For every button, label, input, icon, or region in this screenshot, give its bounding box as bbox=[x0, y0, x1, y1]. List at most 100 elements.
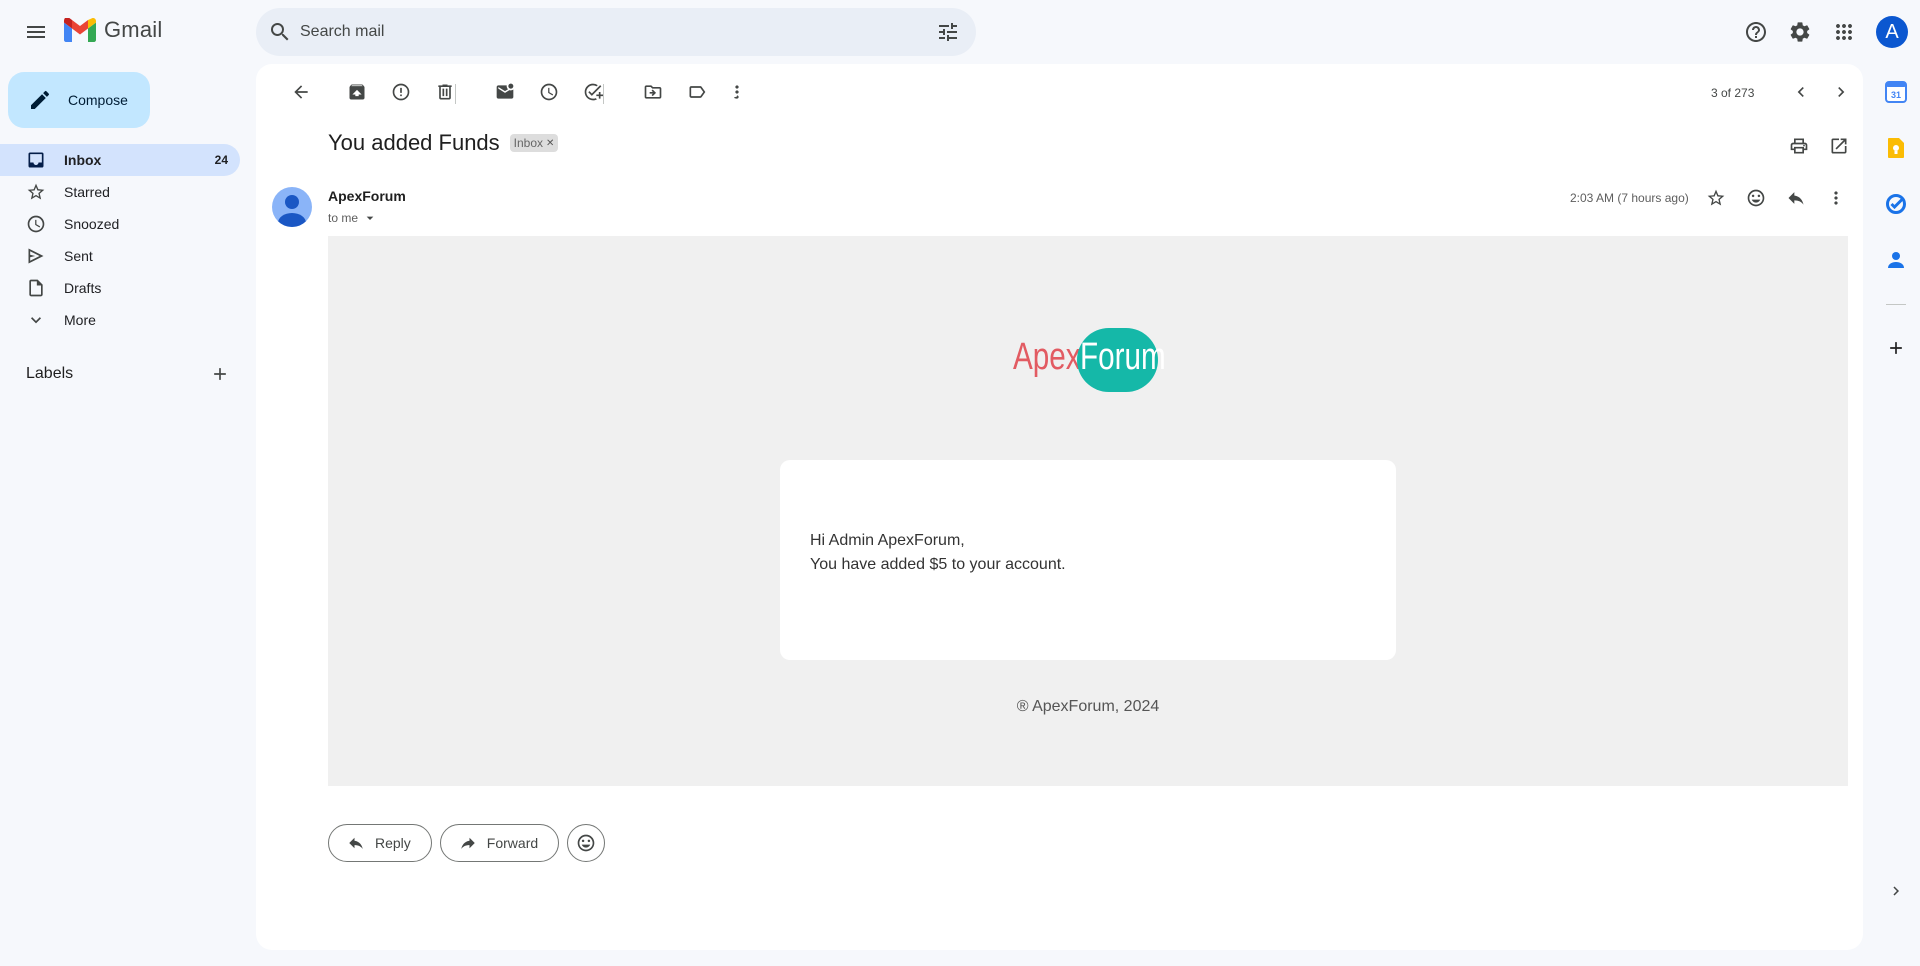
forward-icon bbox=[461, 837, 475, 849]
search-button[interactable] bbox=[260, 12, 300, 52]
inbox-label-chip[interactable]: Inbox ✕ bbox=[509, 134, 559, 152]
subject-row: You added Funds Inbox ✕ bbox=[328, 130, 559, 156]
reply-icon bbox=[1788, 192, 1804, 205]
email-footer: ® ApexForum, 2024 bbox=[1016, 698, 1160, 715]
sidebar-item-starred[interactable]: Starred bbox=[0, 176, 240, 208]
gmail-logo[interactable]: Gmail bbox=[64, 17, 162, 43]
keep-app-button[interactable] bbox=[1880, 132, 1912, 164]
sender-avatar[interactable] bbox=[272, 187, 312, 227]
snooze-button[interactable] bbox=[529, 72, 569, 112]
plus-icon bbox=[214, 368, 226, 380]
back-button[interactable] bbox=[281, 72, 321, 112]
emoji-reaction-button[interactable] bbox=[567, 824, 606, 862]
logo-text-forum: Forum bbox=[1080, 336, 1166, 378]
clock-icon bbox=[540, 83, 558, 101]
add-to-tasks-button[interactable] bbox=[573, 72, 613, 112]
mark-email-unread-icon bbox=[496, 83, 514, 99]
app-name: Gmail bbox=[104, 17, 163, 42]
unread-count: 24 bbox=[214, 153, 228, 167]
report-spam-button[interactable] bbox=[381, 72, 421, 112]
show-side-panel-button[interactable] bbox=[1880, 875, 1912, 907]
tasks-icon bbox=[1886, 194, 1906, 214]
create-label-button[interactable] bbox=[204, 358, 236, 390]
sender-name[interactable]: ApexForum bbox=[328, 188, 406, 204]
archive-button[interactable] bbox=[337, 72, 377, 112]
emoji-icon bbox=[1747, 189, 1765, 207]
delete-button[interactable] bbox=[425, 72, 465, 112]
more-vert-icon bbox=[1834, 191, 1838, 205]
google-apps-button[interactable] bbox=[1824, 12, 1864, 52]
sidebar-item-label: More bbox=[64, 312, 96, 328]
sidebar-item-label: Sent bbox=[64, 248, 93, 264]
sidebar-item-more[interactable]: More bbox=[0, 304, 240, 336]
forward-label: Forward bbox=[486, 835, 539, 851]
reply-button[interactable] bbox=[1776, 178, 1816, 218]
gmail-m-icon bbox=[64, 18, 96, 42]
label-icon bbox=[689, 86, 706, 98]
toolbar-divider bbox=[455, 84, 456, 104]
older-button[interactable] bbox=[1821, 72, 1861, 112]
keep-icon bbox=[1888, 138, 1904, 158]
main-menu-button[interactable] bbox=[16, 12, 56, 52]
sidebar-item-label: Inbox bbox=[64, 152, 102, 168]
star-icon bbox=[27, 183, 45, 200]
open-in-new-icon bbox=[1831, 138, 1847, 154]
svg-text:31: 31 bbox=[1891, 90, 1901, 100]
more-actions-button[interactable] bbox=[717, 72, 757, 112]
sidebar-nav: Inbox 24 Starred Snoozed Sent Drafts Mor… bbox=[0, 144, 240, 336]
reply-icon bbox=[349, 837, 363, 849]
get-addons-button[interactable] bbox=[1880, 332, 1912, 364]
message-actions bbox=[1696, 178, 1856, 218]
chevron-right-icon bbox=[1893, 886, 1899, 896]
sidebar-item-sent[interactable]: Sent bbox=[0, 240, 240, 272]
reply-actions: Reply Forward bbox=[328, 824, 606, 862]
chevron-right-icon bbox=[1838, 87, 1845, 97]
pager-count: 3 of 273 bbox=[1711, 86, 1755, 100]
chip-label: Inbox bbox=[513, 136, 544, 150]
chevron-down-icon bbox=[31, 317, 41, 324]
recipient-details[interactable]: to me bbox=[328, 210, 378, 226]
reply-pill-button[interactable]: Reply bbox=[328, 824, 432, 862]
search-options-button[interactable] bbox=[928, 12, 968, 52]
top-header: Gmail A bbox=[0, 0, 1920, 64]
funds-message: You have added $5 to your account. bbox=[810, 556, 1066, 573]
email-body: Apex Forum Hi Admin ApexForum, You have … bbox=[328, 236, 1848, 786]
tune-icon bbox=[939, 23, 957, 41]
calendar-icon: 31 bbox=[1885, 81, 1907, 103]
print-all-button[interactable] bbox=[1779, 126, 1819, 166]
calendar-app-button[interactable]: 31 bbox=[1880, 76, 1912, 108]
tasks-app-button[interactable] bbox=[1880, 188, 1912, 220]
move-to-button[interactable] bbox=[633, 72, 673, 112]
trash-icon bbox=[438, 84, 452, 100]
contacts-app-button[interactable] bbox=[1880, 244, 1912, 276]
open-new-window-button[interactable] bbox=[1819, 126, 1859, 166]
send-icon bbox=[28, 248, 44, 264]
message-more-button[interactable] bbox=[1816, 178, 1856, 218]
compose-label: Compose bbox=[68, 92, 128, 108]
sidebar-item-inbox[interactable]: Inbox 24 bbox=[0, 144, 240, 176]
message-card: Hi Admin ApexForum, You have added $5 to… bbox=[780, 460, 1396, 660]
sidebar-item-label: Snoozed bbox=[64, 216, 120, 232]
support-button[interactable] bbox=[1736, 12, 1776, 52]
labels-button[interactable] bbox=[677, 72, 717, 112]
mark-unread-button[interactable] bbox=[485, 72, 525, 112]
add-task-icon bbox=[584, 83, 603, 101]
search-input[interactable] bbox=[300, 20, 900, 44]
sidebar-item-drafts[interactable]: Drafts bbox=[0, 272, 240, 304]
star-button[interactable] bbox=[1696, 178, 1736, 218]
compose-button[interactable]: Compose bbox=[8, 72, 150, 128]
more-vert-icon bbox=[734, 85, 739, 99]
settings-button[interactable] bbox=[1780, 12, 1820, 52]
reply-label: Reply bbox=[375, 835, 411, 851]
remove-label-icon[interactable]: ✕ bbox=[546, 138, 554, 149]
recipient-label: to me bbox=[328, 211, 359, 225]
search-bar[interactable] bbox=[256, 8, 976, 56]
apexforum-logo: Apex Forum bbox=[1013, 328, 1166, 392]
newer-button[interactable] bbox=[1781, 72, 1821, 112]
side-apps-panel: 31 bbox=[1872, 0, 1920, 966]
add-reaction-button[interactable] bbox=[1736, 178, 1776, 218]
message-timestamp: 2:03 AM (7 hours ago) bbox=[1570, 191, 1689, 205]
sidebar-item-snoozed[interactable]: Snoozed bbox=[0, 208, 240, 240]
forward-pill-button[interactable]: Forward bbox=[439, 824, 560, 862]
hamburger-icon bbox=[27, 26, 45, 38]
